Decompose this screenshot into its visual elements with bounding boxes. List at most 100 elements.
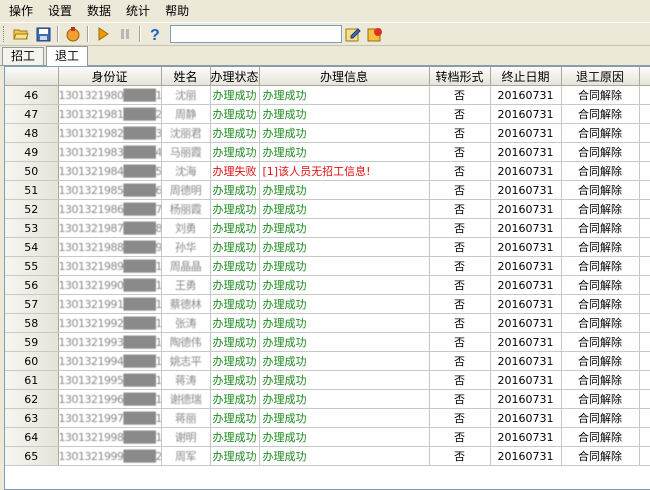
info-cell[interactable]: 办理成功	[259, 275, 430, 295]
status-cell[interactable]: 办理成功	[210, 408, 260, 428]
status-cell[interactable]: 办理成功	[210, 218, 260, 238]
col-header-end-date[interactable]: 终止日期	[490, 67, 562, 86]
row-number[interactable]: 58	[5, 313, 59, 333]
name-cell[interactable]: 蒋丽	[161, 408, 211, 428]
info-cell[interactable]: 办理成功	[259, 294, 430, 314]
status-cell[interactable]: 办理失败	[210, 161, 260, 181]
menu-stats[interactable]: 统计	[120, 0, 156, 22]
row-number[interactable]: 48	[5, 123, 59, 143]
info-cell[interactable]: 办理成功	[259, 351, 430, 371]
reason-cell[interactable]: 合同解除	[561, 237, 640, 257]
end-date-cell[interactable]: 20160731	[490, 85, 562, 105]
transfer-cell[interactable]: 否	[429, 256, 491, 276]
empty-cell[interactable]	[639, 180, 650, 200]
end-date-cell[interactable]: 20160731	[490, 275, 562, 295]
transfer-cell[interactable]: 否	[429, 313, 491, 333]
end-date-cell[interactable]: 20160731	[490, 446, 562, 466]
transfer-cell[interactable]: 否	[429, 142, 491, 162]
status-cell[interactable]: 办理成功	[210, 275, 260, 295]
table-row[interactable]: 621301321996████1788谢德瑞办理成功办理成功否20160731…	[5, 389, 650, 409]
transfer-cell[interactable]: 否	[429, 427, 491, 447]
col-header-transfer[interactable]: 转档形式	[429, 67, 491, 86]
status-cell[interactable]: 办理成功	[210, 237, 260, 257]
toolbar-grip[interactable]	[3, 26, 7, 42]
info-cell[interactable]: 办理成功	[259, 408, 430, 428]
open-folder-icon[interactable]	[12, 25, 30, 43]
empty-cell[interactable]	[639, 389, 650, 409]
row-number[interactable]: 53	[5, 218, 59, 238]
menu-data[interactable]: 数据	[81, 0, 117, 22]
empty-cell[interactable]	[639, 313, 650, 333]
info-cell[interactable]: 办理成功	[259, 313, 430, 333]
row-number[interactable]: 46	[5, 85, 59, 105]
transfer-cell[interactable]: 否	[429, 180, 491, 200]
status-cell[interactable]: 办理成功	[210, 332, 260, 352]
reason-cell[interactable]: 合同解除	[561, 256, 640, 276]
empty-cell[interactable]	[639, 142, 650, 162]
table-row[interactable]: 501301321984████5566沈海办理失败[1]该人员无招工信息!否2…	[5, 161, 650, 181]
end-date-cell[interactable]: 20160731	[490, 389, 562, 409]
id-number-cell[interactable]: 1301321989████1011	[58, 256, 162, 276]
menu-operate[interactable]: 操作	[3, 0, 39, 22]
empty-cell[interactable]	[639, 408, 650, 428]
name-cell[interactable]: 姚志平	[161, 351, 211, 371]
transfer-cell[interactable]: 否	[429, 332, 491, 352]
refresh-icon[interactable]	[366, 25, 384, 43]
table-row[interactable]: 491301321983████4455马丽霞办理成功办理成功否20160731…	[5, 142, 650, 162]
reason-cell[interactable]: 合同解除	[561, 85, 640, 105]
id-number-cell[interactable]: 1301321994████1566	[58, 351, 162, 371]
name-cell[interactable]: 谢明	[161, 427, 211, 447]
status-cell[interactable]: 办理成功	[210, 427, 260, 447]
name-cell[interactable]: 张涛	[161, 313, 211, 333]
status-cell[interactable]: 办理成功	[210, 256, 260, 276]
reason-cell[interactable]: 合同解除	[561, 142, 640, 162]
end-date-cell[interactable]: 20160731	[490, 237, 562, 257]
transfer-cell[interactable]: 否	[429, 85, 491, 105]
end-date-cell[interactable]: 20160731	[490, 218, 562, 238]
table-row[interactable]: 561301321990████1122王勇办理成功办理成功否20160731合…	[5, 275, 650, 295]
row-number[interactable]: 56	[5, 275, 59, 295]
info-cell[interactable]: 办理成功	[259, 123, 430, 143]
name-cell[interactable]: 蔡德林	[161, 294, 211, 314]
reason-cell[interactable]: 合同解除	[561, 446, 640, 466]
transfer-cell[interactable]: 否	[429, 199, 491, 219]
table-row[interactable]: 591301321993████1455陶德伟办理成功办理成功否20160731…	[5, 332, 650, 352]
empty-cell[interactable]	[639, 370, 650, 390]
id-number-cell[interactable]: 1301321983████4455	[58, 142, 162, 162]
name-cell[interactable]: 沈丽	[161, 85, 211, 105]
empty-cell[interactable]	[639, 256, 650, 276]
info-cell[interactable]: 办理成功	[259, 142, 430, 162]
name-cell[interactable]: 蒋涛	[161, 370, 211, 390]
reason-cell[interactable]: 合同解除	[561, 408, 640, 428]
col-header-status[interactable]: 办理状态	[210, 67, 260, 86]
reason-cell[interactable]: 合同解除	[561, 123, 640, 143]
info-cell[interactable]: 办理成功	[259, 218, 430, 238]
transfer-cell[interactable]: 否	[429, 218, 491, 238]
menu-settings[interactable]: 设置	[42, 0, 78, 22]
menu-help[interactable]: 帮助	[159, 0, 195, 22]
transfer-cell[interactable]: 否	[429, 370, 491, 390]
id-number-cell[interactable]: 1301321988████9900	[58, 237, 162, 257]
name-cell[interactable]: 周静	[161, 104, 211, 124]
row-number[interactable]: 50	[5, 161, 59, 181]
info-cell[interactable]: 办理成功	[259, 332, 430, 352]
empty-cell[interactable]	[639, 351, 650, 371]
end-date-cell[interactable]: 20160731	[490, 142, 562, 162]
row-number[interactable]: 52	[5, 199, 59, 219]
id-number-cell[interactable]: 1301321992████1344	[58, 313, 162, 333]
name-cell[interactable]: 周德明	[161, 180, 211, 200]
table-row[interactable]: 581301321992████1344张涛办理成功办理成功否20160731合…	[5, 313, 650, 333]
reason-cell[interactable]: 合同解除	[561, 104, 640, 124]
col-header-index[interactable]	[5, 67, 59, 86]
col-header-extra[interactable]	[639, 67, 650, 86]
info-cell[interactable]: 办理成功	[259, 446, 430, 466]
row-number[interactable]: 49	[5, 142, 59, 162]
status-cell[interactable]: 办理成功	[210, 351, 260, 371]
info-cell[interactable]: 办理成功	[259, 256, 430, 276]
reason-cell[interactable]: 合同解除	[561, 218, 640, 238]
status-cell[interactable]: 办理成功	[210, 313, 260, 333]
transfer-cell[interactable]: 否	[429, 408, 491, 428]
transfer-cell[interactable]: 否	[429, 161, 491, 181]
name-cell[interactable]: 孙华	[161, 237, 211, 257]
empty-cell[interactable]	[639, 275, 650, 295]
